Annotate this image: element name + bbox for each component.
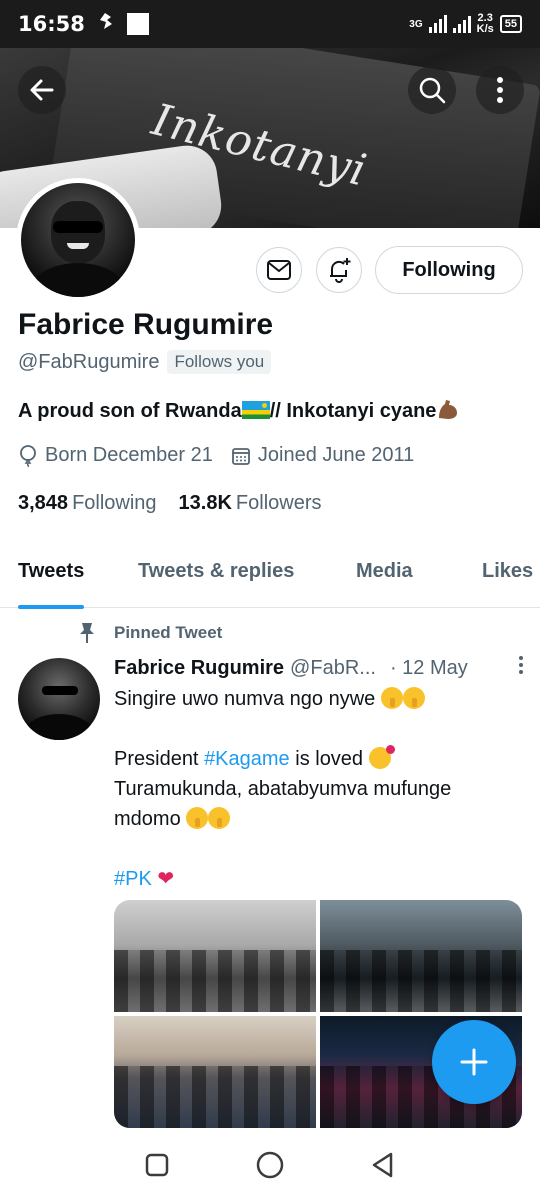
tweet-line-4: Turamukunda, abatabyumva mufunge	[114, 778, 452, 800]
app-notification-icon	[95, 11, 115, 37]
tweet-line: #PK ❤	[114, 864, 524, 894]
tweet-line: President #Kagame is loved	[114, 744, 524, 774]
tweet-more-button[interactable]	[518, 655, 524, 681]
tweet-line: Singire uwo numva ngo nywe	[114, 684, 524, 714]
tweet-header: Fabrice Rugumire @FabR... · 12 May	[114, 655, 524, 681]
follow-stats: 3,848 Following 13.8K Followers	[18, 492, 344, 515]
more-options-button[interactable]	[476, 66, 524, 114]
following-button[interactable]: Following	[375, 246, 523, 294]
search-icon	[419, 77, 446, 104]
system-nav-bar	[0, 1130, 540, 1200]
tweet-photo-2[interactable]	[320, 900, 522, 1012]
back-button[interactable]	[18, 66, 66, 114]
red-heart-icon: ❤	[157, 868, 175, 890]
search-button[interactable]	[408, 66, 456, 114]
tweet-date[interactable]: · 12 May	[390, 657, 468, 680]
followers-count: 13.8K	[178, 492, 232, 514]
avatar-image	[21, 183, 135, 297]
more-vertical-icon	[519, 656, 523, 674]
handle-row: @FabRugumire Follows you	[18, 350, 272, 374]
following-label: Following	[72, 492, 157, 514]
profile-tabs: Tweets Tweets & replies Media Likes	[0, 548, 540, 609]
status-time: 16:58	[18, 12, 85, 36]
pinned-text: Pinned Tweet	[114, 623, 223, 642]
shushing-face-icon	[380, 687, 403, 709]
followers-label: Followers	[235, 492, 322, 514]
tweet-avatar[interactable]	[18, 658, 100, 740]
followers-stat[interactable]: 13.8K Followers	[179, 492, 322, 515]
tweet-author-name[interactable]: Fabrice Rugumire	[114, 657, 284, 680]
battery-level: 55	[504, 18, 517, 30]
flexed-biceps-icon	[436, 398, 460, 420]
born-item: Born December 21	[18, 444, 213, 467]
plus-icon	[460, 1048, 488, 1076]
battery-icon: 55	[499, 15, 522, 33]
tweet-photo-3[interactable]	[114, 1016, 316, 1128]
calendar-icon	[231, 447, 250, 465]
net-speed-unit: K/s	[476, 23, 494, 35]
tweet-line-1: Singire uwo numva ngo nywe	[114, 688, 376, 710]
compose-tweet-button[interactable]	[432, 1020, 516, 1104]
balloon-icon	[20, 444, 36, 467]
bell-plus-icon	[330, 258, 351, 283]
status-right: 3G 2.3 K/s 55	[409, 13, 522, 35]
shushing-face-icon	[402, 687, 425, 709]
joined-item: Joined June 2011	[231, 444, 414, 467]
bio-text-1: A proud son of Rwanda	[18, 400, 242, 422]
square-icon	[145, 1153, 168, 1177]
signal-icon	[428, 15, 447, 33]
notifications-button[interactable]	[316, 247, 362, 293]
bio-text-2: // Inkotanyi cyane	[269, 400, 437, 422]
tab-tweets-and-replies[interactable]: Tweets & replies	[138, 548, 294, 608]
network-type-label: 3G	[409, 18, 423, 30]
hashtag-pk-link[interactable]: #PK	[114, 868, 152, 890]
notification-square-icon	[126, 13, 149, 35]
born-text: Born December 21	[45, 444, 213, 466]
pin-icon	[80, 623, 94, 643]
rwanda-flag-icon	[241, 401, 270, 419]
tab-media[interactable]: Media	[356, 548, 413, 608]
smiling-face-with-hearts-icon	[368, 745, 395, 769]
tweet-line-5: mdomo	[114, 808, 181, 830]
envelope-icon	[267, 260, 291, 280]
signal-2-icon	[452, 15, 471, 33]
following-count: 3,848	[18, 492, 69, 514]
shushing-face-icon	[208, 807, 231, 829]
profile-bio: A proud son of Rwanda // Inkotanyi cyane	[18, 398, 460, 423]
tweet-line: mdomo	[114, 804, 524, 834]
profile-handle: @FabRugumire	[18, 350, 160, 373]
status-bar: 16:58 3G 2.3 K/s 55	[0, 0, 540, 48]
tweet-line-3-prefix: President	[114, 748, 205, 770]
system-back-button[interactable]	[363, 1145, 403, 1185]
recents-button[interactable]	[137, 1145, 177, 1185]
tweet-line-3-suffix: is loved	[289, 748, 364, 770]
message-button[interactable]	[256, 247, 302, 293]
tab-likes[interactable]: Likes	[482, 548, 533, 608]
more-vertical-icon	[497, 77, 503, 103]
circle-icon	[256, 1151, 284, 1179]
triangle-back-icon	[373, 1152, 393, 1178]
tweet-photo-1[interactable]	[114, 900, 316, 1012]
home-button[interactable]	[250, 1145, 290, 1185]
profile-meta: Born December 21 Joined June 2011	[18, 444, 432, 467]
net-speed: 2.3 K/s	[477, 13, 494, 35]
hashtag-kagame-link[interactable]: #Kagame	[204, 748, 290, 770]
arrow-left-icon	[30, 79, 54, 101]
tweet-line: Turamukunda, abatabyumva mufunge	[114, 774, 524, 804]
tab-tweets[interactable]: Tweets	[18, 548, 85, 609]
joined-text: Joined June 2011	[257, 444, 415, 466]
following-stat[interactable]: 3,848 Following	[18, 492, 157, 515]
follows-you-badge: Follows you	[167, 350, 272, 374]
shushing-face-icon	[186, 807, 209, 829]
pinned-label: Pinned Tweet	[78, 622, 222, 644]
profile-name: Fabrice Rugumire	[18, 308, 274, 341]
tweet-text: Singire uwo numva ngo nywe President #Ka…	[114, 684, 524, 894]
profile-avatar[interactable]	[16, 178, 140, 302]
tweet-author-handle[interactable]: @FabR...	[290, 657, 376, 680]
